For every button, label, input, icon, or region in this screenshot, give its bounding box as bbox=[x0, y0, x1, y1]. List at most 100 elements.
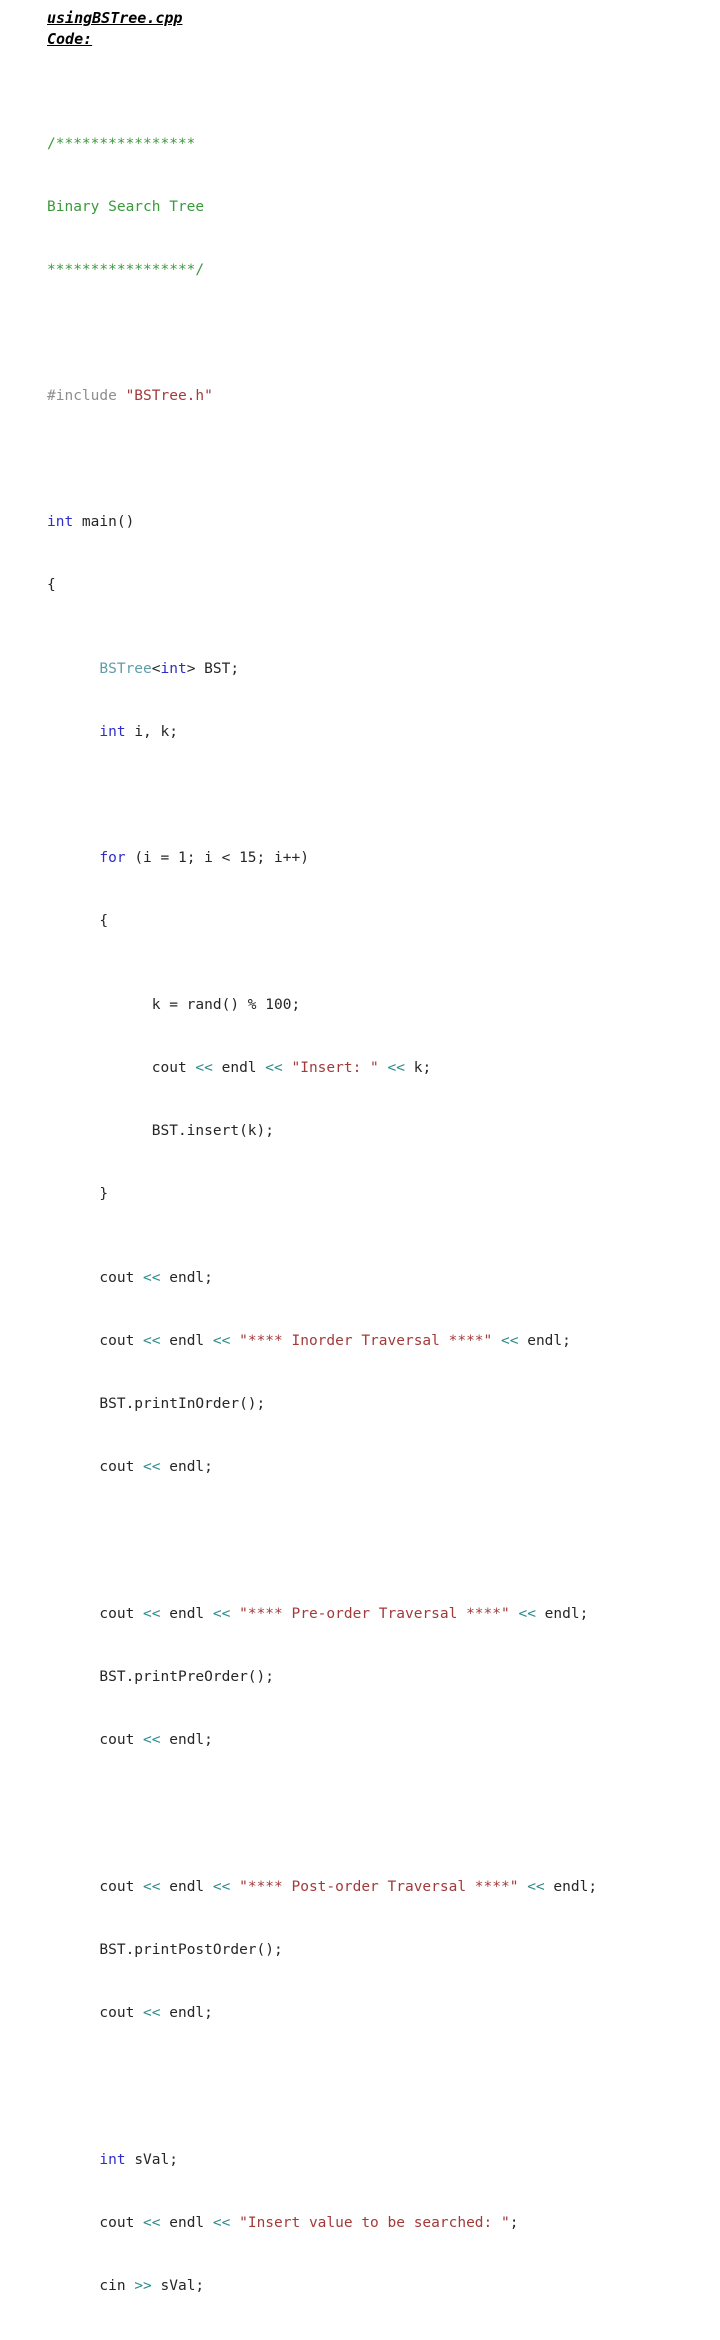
code-line-18: cout << endl; bbox=[47, 1268, 720, 1289]
cout-token: cout bbox=[99, 1459, 144, 1475]
code-line-16: BST.insert(k); bbox=[47, 1121, 720, 1142]
endl-token: endl bbox=[160, 1879, 213, 1895]
code-line-15: cout << endl << "Insert: " << k; bbox=[47, 1058, 720, 1079]
insert-label-string: "Insert: " bbox=[291, 1060, 379, 1076]
inorder-banner-string: "**** Inorder Traversal ****" bbox=[239, 1333, 493, 1349]
endl-token: endl bbox=[160, 1606, 213, 1622]
indent-1 bbox=[47, 1606, 99, 1622]
code-line-23: cout << endl << "**** Pre-order Traversa… bbox=[47, 1604, 720, 1625]
code-line-31: int sVal; bbox=[47, 2150, 720, 2171]
bst-declaration-tail: > BST; bbox=[186, 661, 240, 677]
for-open-brace: { bbox=[99, 913, 109, 929]
code-line-26-blank bbox=[47, 1793, 720, 1814]
code-line-24: BST.printPreOrder(); bbox=[47, 1667, 720, 1688]
indent-2 bbox=[47, 1123, 152, 1139]
stream-op-token: << bbox=[143, 1333, 161, 1349]
code-line-22-blank bbox=[47, 1520, 720, 1541]
document-heading-block: usingBSTree.cpp Code: bbox=[47, 8, 720, 50]
endl-token: endl; bbox=[160, 1732, 213, 1748]
search-prompt-string: "Insert value to be searched: " bbox=[239, 2215, 510, 2231]
code-line-5: #include "BSTree.h" bbox=[47, 386, 720, 407]
code-line-32: cout << endl << "Insert value to be sear… bbox=[47, 2213, 720, 2234]
stream-op-token: << bbox=[143, 1459, 161, 1475]
sval-declaration: sVal; bbox=[125, 2152, 178, 2168]
indent-1 bbox=[47, 2152, 99, 2168]
code-listing-page: usingBSTree.cpp Code: /**************** … bbox=[0, 0, 720, 2294]
source-code-block: /**************** Binary Search Tree ***… bbox=[47, 71, 720, 2340]
indent-1 bbox=[47, 2005, 99, 2021]
stream-op-token: << bbox=[195, 1060, 213, 1076]
stream-op-token: << bbox=[527, 1879, 545, 1895]
stream-op-token: << bbox=[265, 1060, 283, 1076]
main-open-brace: { bbox=[47, 577, 56, 593]
indent-1 bbox=[47, 1270, 99, 1286]
stream-op-token: << bbox=[143, 1606, 161, 1622]
k-variable-tail: k; bbox=[405, 1060, 432, 1076]
type-bstree-token: BSTree bbox=[99, 661, 152, 677]
postorder-banner-string: "**** Post-order Traversal ****" bbox=[239, 1879, 519, 1895]
code-line-33: cin >> sVal; bbox=[47, 2276, 720, 2297]
stream-op-token: << bbox=[212, 1333, 231, 1349]
code-line-13: { bbox=[47, 911, 720, 932]
code-line-10: int i, k; bbox=[47, 722, 720, 743]
keyword-int-token: int bbox=[99, 2152, 126, 2168]
code-line-3: *****************/ bbox=[47, 260, 720, 281]
indent-1 bbox=[47, 1669, 99, 1685]
bst-insert-call: BST.insert(k); bbox=[151, 1123, 274, 1139]
comment-title-token: Binary Search Tree bbox=[47, 199, 205, 215]
indent-1 bbox=[47, 1879, 99, 1895]
code-line-14: k = rand() % 100; bbox=[47, 995, 720, 1016]
stream-op-token: << bbox=[143, 1879, 161, 1895]
code-line-8: { bbox=[47, 575, 720, 596]
code-line-28: BST.printPostOrder(); bbox=[47, 1940, 720, 1961]
cout-token: cout bbox=[99, 2005, 144, 2021]
stream-op-token: << bbox=[501, 1333, 519, 1349]
code-line-9: BSTree<int> BST; bbox=[47, 659, 720, 680]
cout-token: cout bbox=[151, 1060, 196, 1076]
code-line-29: cout << endl; bbox=[47, 2003, 720, 2024]
keyword-for-token: for bbox=[99, 850, 126, 866]
code-line-27: cout << endl << "**** Post-order Travers… bbox=[47, 1877, 720, 1898]
code-line-6-blank bbox=[47, 449, 720, 470]
indent-1 bbox=[47, 661, 99, 677]
comment-close-token: *****************/ bbox=[47, 262, 205, 278]
code-line-19: cout << endl << "**** Inorder Traversal … bbox=[47, 1331, 720, 1352]
code-line-25: cout << endl; bbox=[47, 1730, 720, 1751]
endl-token: endl bbox=[212, 1060, 266, 1076]
indent-1 bbox=[47, 1732, 99, 1748]
cout-token: cout bbox=[99, 1879, 144, 1895]
cin-token: cin bbox=[99, 2278, 135, 2294]
code-line-20: BST.printInOrder(); bbox=[47, 1394, 720, 1415]
keyword-int-token: int bbox=[47, 514, 74, 530]
code-line-21: cout << endl; bbox=[47, 1457, 720, 1478]
indent-2 bbox=[47, 1060, 152, 1076]
semicolon: ; bbox=[509, 2215, 519, 2231]
endl-token: endl bbox=[160, 2215, 213, 2231]
include-header-string: "BSTree.h" bbox=[125, 388, 213, 404]
code-line-1: /**************** bbox=[47, 134, 720, 155]
indent-1 bbox=[47, 2215, 99, 2231]
cout-token: cout bbox=[99, 1606, 144, 1622]
stream-op-token: << bbox=[212, 2215, 231, 2231]
code-line-2: Binary Search Tree bbox=[47, 197, 720, 218]
angle-open-token: < bbox=[151, 661, 161, 677]
stream-op-token: << bbox=[143, 2215, 161, 2231]
comment-open-token: /**************** bbox=[47, 136, 196, 152]
stream-op-token: << bbox=[387, 1060, 405, 1076]
indent-1 bbox=[47, 1186, 99, 1202]
cout-token: cout bbox=[99, 1333, 144, 1349]
indent-1 bbox=[47, 724, 99, 740]
stream-op-token: << bbox=[143, 1732, 161, 1748]
code-line-11-blank bbox=[47, 785, 720, 806]
stream-op-token: << bbox=[143, 1270, 161, 1286]
indent-1 bbox=[47, 1333, 99, 1349]
endl-token: endl bbox=[160, 1333, 213, 1349]
rand-assignment-token: k = rand() % 100; bbox=[151, 997, 301, 1013]
